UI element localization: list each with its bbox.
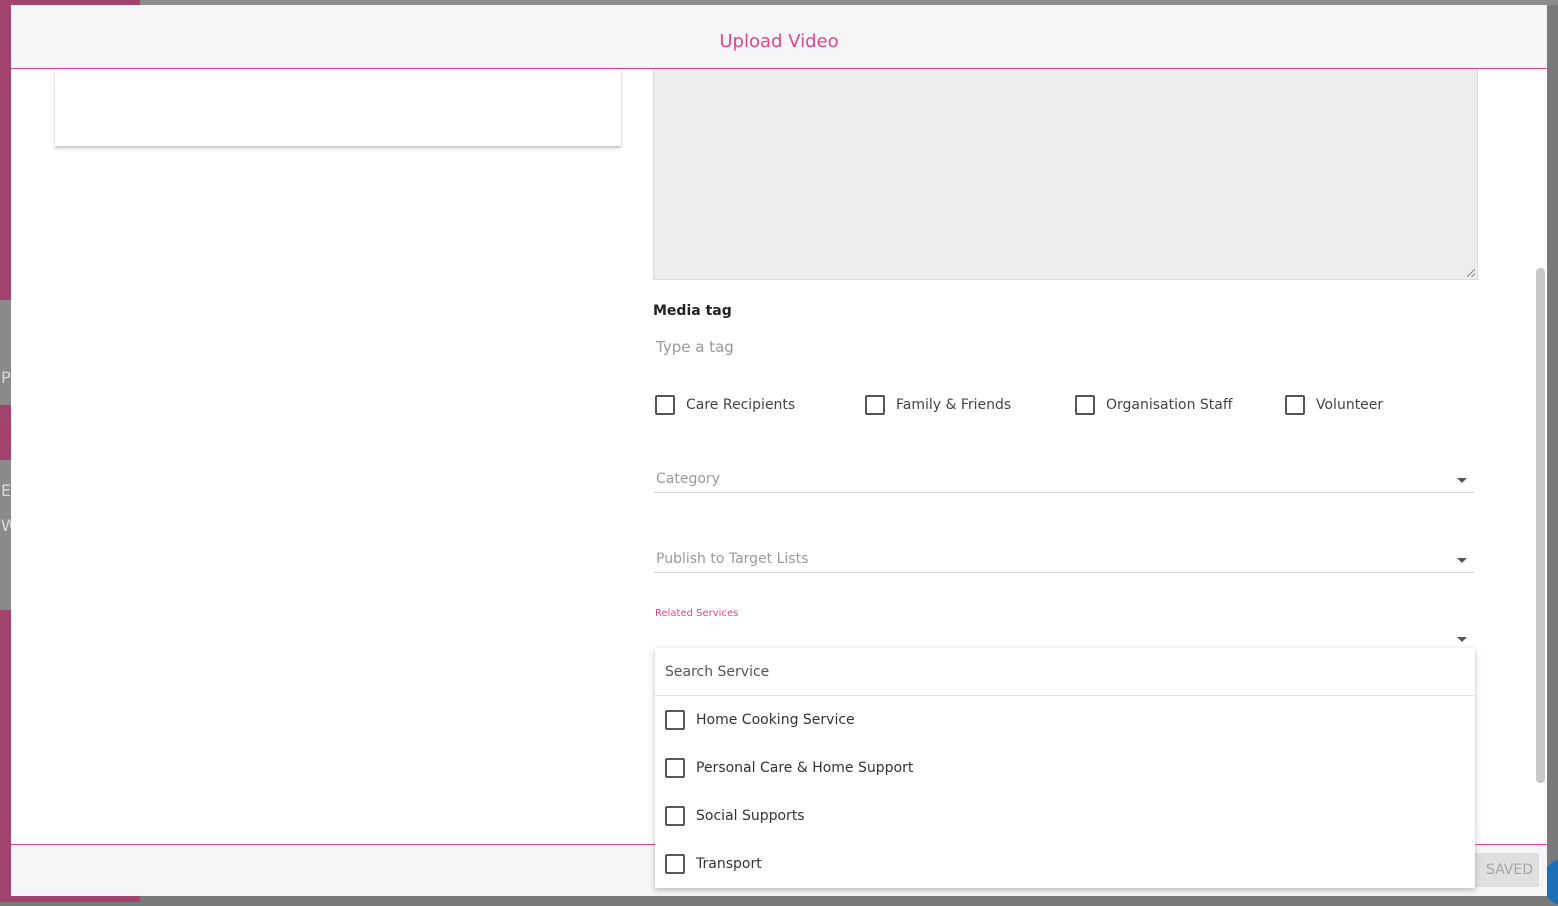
service-option[interactable]: Social Supports bbox=[665, 806, 805, 826]
checkbox-label: Volunteer bbox=[1316, 397, 1384, 413]
service-option-label: Transport bbox=[696, 856, 762, 872]
service-option[interactable]: Transport bbox=[665, 854, 762, 874]
service-search-input[interactable] bbox=[655, 648, 1475, 696]
chevron-down-icon bbox=[1457, 478, 1467, 483]
modal-title: Upload Video bbox=[719, 31, 839, 52]
category-select[interactable]: Category bbox=[654, 466, 1474, 493]
checkbox-icon[interactable] bbox=[1075, 395, 1095, 415]
target-lists-select[interactable]: Publish to Target Lists bbox=[654, 546, 1474, 573]
related-services-label: Related Services bbox=[655, 608, 739, 619]
audience-checkbox-family-friends[interactable]: Family & Friends bbox=[865, 395, 1011, 415]
checkbox-icon[interactable] bbox=[1285, 395, 1305, 415]
related-services-dropdown: Home Cooking Service Personal Care & Hom… bbox=[655, 648, 1475, 888]
category-label: Category bbox=[656, 471, 720, 487]
modal-header: Upload Video bbox=[11, 5, 1547, 69]
audience-checkbox-care-recipients[interactable]: Care Recipients bbox=[655, 395, 795, 415]
checkbox-icon[interactable] bbox=[665, 854, 685, 874]
service-option-label: Personal Care & Home Support bbox=[696, 760, 914, 776]
modal-scrollbar[interactable] bbox=[1536, 268, 1545, 783]
checkbox-icon[interactable] bbox=[865, 395, 885, 415]
media-tag-input[interactable] bbox=[653, 333, 1059, 361]
checkbox-label: Organisation Staff bbox=[1106, 397, 1233, 413]
checkbox-icon[interactable] bbox=[665, 806, 685, 826]
background-text: P bbox=[1, 368, 11, 387]
service-option-label: Social Supports bbox=[696, 808, 805, 824]
checkbox-label: Family & Friends bbox=[896, 397, 1012, 413]
checkbox-label: Care Recipients bbox=[686, 397, 796, 413]
audience-checkbox-volunteer[interactable]: Volunteer bbox=[1285, 395, 1383, 415]
checkbox-icon[interactable] bbox=[655, 395, 675, 415]
background-text: E bbox=[1, 481, 12, 500]
media-tag-label: Media tag bbox=[653, 303, 732, 319]
saved-button[interactable]: SAVED bbox=[1465, 853, 1539, 887]
resize-handle-icon[interactable] bbox=[1467, 269, 1475, 277]
chevron-down-icon bbox=[1457, 558, 1467, 563]
checkbox-icon[interactable] bbox=[665, 710, 685, 730]
service-option[interactable]: Personal Care & Home Support bbox=[665, 758, 913, 778]
chevron-down-icon[interactable] bbox=[1457, 637, 1467, 642]
service-option-label: Home Cooking Service bbox=[696, 712, 855, 728]
video-preview-card bbox=[55, 69, 621, 146]
service-option[interactable]: Home Cooking Service bbox=[665, 710, 855, 730]
checkbox-icon[interactable] bbox=[665, 758, 685, 778]
background-text: S bbox=[1, 424, 12, 443]
target-lists-label: Publish to Target Lists bbox=[656, 551, 809, 567]
audience-checkbox-organisation-staff[interactable]: Organisation Staff bbox=[1075, 395, 1233, 415]
description-textarea[interactable] bbox=[653, 69, 1478, 280]
